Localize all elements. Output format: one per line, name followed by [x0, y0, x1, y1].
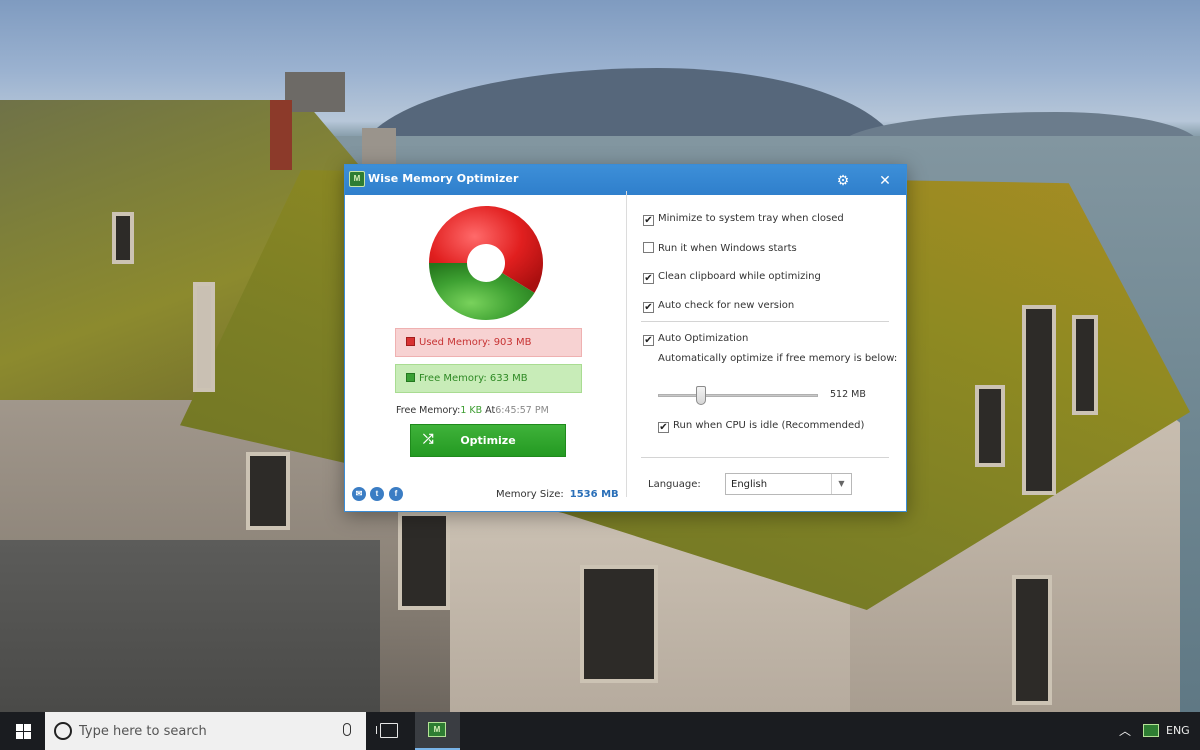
freed-label: Free Memory: [396, 405, 461, 416]
wallpaper-chimney [285, 72, 345, 112]
option-run-startup[interactable]: Run it when Windows starts [643, 242, 797, 254]
gear-icon[interactable]: ⚙ [832, 169, 854, 191]
auto-check-checkbox[interactable]: ✔ [643, 302, 654, 313]
memory-usage-donut [429, 205, 543, 320]
language-label: Language: [648, 479, 701, 490]
freed-amount: 1 KB [460, 405, 483, 416]
windows-logo-icon [24, 732, 31, 739]
language-selected-value: English [731, 479, 768, 490]
twitter-icon[interactable]: t [370, 487, 384, 501]
wallpaper-chimney-right [362, 128, 396, 164]
threshold-value: 512 MB [830, 389, 866, 400]
memory-size-label: Memory Size: [496, 489, 564, 500]
cpu-idle-checkbox[interactable]: ✔ [658, 422, 669, 433]
minimize-tray-checkbox[interactable]: ✔ [643, 215, 654, 226]
wallpaper-window [112, 212, 134, 264]
wallpaper-window [246, 452, 290, 530]
auto-optimization-label: Auto Optimization [658, 333, 749, 344]
mail-icon[interactable]: ✉ [352, 487, 366, 501]
taskbar: Type here to search M ︿ ENG [0, 712, 1200, 750]
taskbar-app-wise-memory-optimizer[interactable]: M [415, 712, 460, 750]
option-auto-optimization[interactable]: ✔ Auto Optimization [643, 333, 748, 346]
windows-logo-icon [16, 724, 23, 731]
facebook-icon[interactable]: f [389, 487, 403, 501]
wise-memory-optimizer-window: M Wise Memory Optimizer ⚙ ✕ Used Memory:… [344, 164, 907, 512]
tray-language-indicator[interactable]: ENG [1166, 724, 1190, 737]
separator [641, 321, 889, 322]
option-clean-clipboard[interactable]: ✔ Clean clipboard while optimizing [643, 271, 821, 284]
wallpaper-window [580, 565, 658, 683]
wallpaper-ground [0, 540, 380, 712]
wallpaper-window [1072, 315, 1098, 415]
run-startup-checkbox[interactable] [643, 242, 654, 253]
free-memory-box: Free Memory: 633 MB [395, 364, 582, 393]
freed-time: 6:45:57 PM [495, 405, 549, 416]
language-select[interactable]: English ▼ [725, 473, 852, 495]
auto-check-label: Auto check for new version [658, 300, 795, 311]
start-button[interactable] [0, 712, 45, 750]
cortana-icon[interactable] [54, 722, 72, 740]
taskbar-search-box[interactable]: Type here to search [45, 712, 366, 750]
memory-size: Memory Size: 1536 MB [496, 489, 619, 500]
used-memory-box: Used Memory: 903 MB [395, 328, 582, 357]
option-cpu-idle[interactable]: ✔ Run when CPU is idle (Recommended) [658, 420, 864, 433]
optimize-button-label: Optimize [460, 434, 516, 447]
option-auto-check[interactable]: ✔ Auto check for new version [643, 300, 794, 313]
wallpaper-chimney-red [270, 100, 292, 170]
option-minimize-tray[interactable]: ✔ Minimize to system tray when closed [643, 213, 844, 226]
free-memory-text: Free Memory: 633 MB [419, 373, 528, 384]
task-view-icon[interactable] [376, 723, 398, 738]
auto-optimization-checkbox[interactable]: ✔ [643, 335, 654, 346]
used-memory-text: Used Memory: 903 MB [419, 337, 532, 348]
wallpaper-door [193, 282, 215, 392]
clean-clipboard-checkbox[interactable]: ✔ [643, 273, 654, 284]
minimize-tray-label: Minimize to system tray when closed [658, 213, 844, 224]
panel-divider [626, 191, 627, 497]
chevron-up-icon[interactable]: ︿ [1119, 722, 1131, 739]
auto-optimization-description: Automatically optimize if free memory is… [658, 353, 898, 364]
threshold-slider-thumb[interactable] [696, 386, 707, 405]
threshold-slider-track[interactable] [658, 394, 818, 397]
window-title: Wise Memory Optimizer [368, 172, 519, 185]
search-placeholder: Type here to search [79, 724, 207, 739]
app-logo-icon: M [349, 171, 365, 187]
free-legend-swatch [406, 373, 415, 382]
tray-wise-memory-icon[interactable] [1143, 724, 1159, 737]
chevron-down-icon[interactable]: ▼ [831, 474, 851, 494]
close-icon[interactable]: ✕ [874, 169, 896, 191]
wallpaper-window [975, 385, 1005, 467]
optimize-button[interactable]: ⤮ Optimize [410, 424, 566, 457]
cpu-idle-label: Run when CPU is idle (Recommended) [673, 420, 865, 431]
clean-clipboard-label: Clean clipboard while optimizing [658, 271, 821, 282]
memory-size-value: 1536 MB [569, 489, 619, 500]
wallpaper-window [398, 512, 450, 610]
wallpaper-window [1012, 575, 1052, 705]
used-legend-swatch [406, 337, 415, 346]
windows-logo-icon [16, 732, 23, 739]
freed-at-label: At [482, 405, 496, 416]
separator [641, 457, 889, 458]
windows-logo-icon [24, 724, 31, 731]
last-optimization-info: Free Memory:1 KB At6:45:57 PM [396, 405, 549, 416]
run-startup-label: Run it when Windows starts [658, 243, 797, 254]
microphone-icon[interactable] [343, 723, 351, 736]
wise-memory-optimizer-icon: M [428, 722, 446, 737]
wallpaper-window [1022, 305, 1056, 495]
